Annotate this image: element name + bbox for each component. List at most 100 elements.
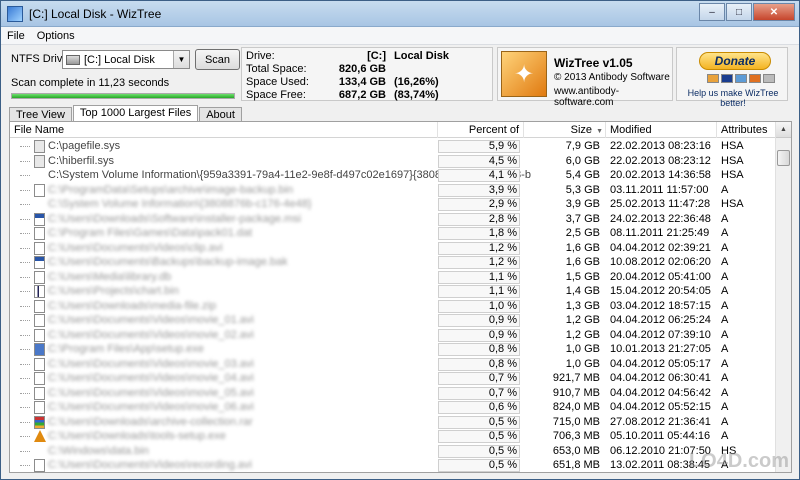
title-bar[interactable]: [C:] Local Disk - WizTree ‒ □ ✕ (1, 1, 799, 27)
stat-used: Space Used: 133,4 GB (16,26%) (246, 76, 490, 89)
table-row[interactable]: C:\pagefile.sys 5,9 % 7,9 GB 22.02.2013 08:… (10, 139, 776, 154)
table-row[interactable]: C:\Users\Documents\Videos\movie_05.avi 0,… (10, 386, 776, 401)
scan-button[interactable]: Scan (195, 49, 240, 70)
percent-of-drive: 2,9 % (438, 198, 520, 211)
bank-icon (763, 74, 775, 83)
stat-used-value: 133,4 GB (338, 76, 386, 88)
table-row[interactable]: C:\Windows\data.bin 0,5 % 653,0 MB 06.12.20… (10, 444, 776, 459)
column-header-file-name-label: File Name (14, 124, 65, 136)
file-name: C:\pagefile.sys (48, 140, 121, 152)
menu-bar: File Options (1, 27, 799, 45)
wiztree-app-icon (7, 5, 23, 22)
table-row[interactable]: C:\Program Files\App\setup.exe 0,8 % 1,0 G… (10, 342, 776, 357)
file-size: 1,0 GB (565, 357, 600, 370)
column-header-size[interactable]: Size ▼ (524, 122, 606, 138)
table-row[interactable]: C:\ProgramData\Setups\archive\image-back… (10, 183, 776, 198)
drive-stats-panel: Drive: [C:] Local Disk Total Space: 820,… (241, 47, 493, 101)
file-attributes: A (721, 415, 729, 428)
table-row[interactable]: C:\Users\Downloads\tools-setup.exe 0,5 % 7… (10, 429, 776, 444)
modified-date: 04.04.2012 07:39:10 (610, 328, 711, 341)
file-attributes: HSA (721, 169, 744, 181)
file-size: 5,4 GB (565, 169, 600, 181)
column-header-attributes[interactable]: Attributes (717, 122, 776, 138)
table-row[interactable]: C:\Users\Documents\Videos\movie_01.avi 0,… (10, 313, 776, 328)
file-size: 1,2 GB (565, 314, 600, 326)
file-attributes: A (721, 270, 729, 283)
tree-connector (20, 218, 30, 220)
file-file-icon (34, 227, 45, 240)
table-row[interactable]: C:\Users\Documents\Backups\backup-image.… (10, 255, 776, 270)
table-row[interactable]: C:\System Volume Information\{3808876b-c… (10, 197, 776, 212)
table-row[interactable]: C:\Users\Media\library.db 1,1 % 1,5 GB 20.0… (10, 270, 776, 285)
maximize-button[interactable]: □ (726, 3, 752, 21)
tab-tree-view[interactable]: Tree View (9, 107, 72, 122)
file-name: C:\Users\Documents\Videos\movie_06.avi (48, 401, 254, 413)
file-file-icon (34, 183, 45, 197)
file-attributes: A (721, 227, 729, 239)
percent-of-drive: 0,5 % (438, 430, 520, 443)
tab-bar: Tree View Top 1000 Largest Files About (9, 105, 243, 122)
tree-connector (20, 320, 30, 321)
modified-date: 04.04.2012 05:52:15 (610, 401, 711, 413)
percent-of-drive: 0,8 % (438, 343, 520, 356)
table-row[interactable]: C:\Users\Documents\Videos\movie_04.avi 0,… (10, 371, 776, 386)
scroll-up-icon[interactable]: ▲ (776, 122, 791, 138)
file-size: 1,6 GB (565, 256, 600, 268)
modified-date: 15.04.2012 20:54:05 (610, 285, 711, 297)
vertical-scrollbar[interactable]: ▲ (775, 122, 791, 472)
menu-file[interactable]: File (1, 30, 31, 42)
table-row[interactable]: C:\Users\Documents\Videos\clip.avi 1,2 % 1… (10, 241, 776, 256)
table-row[interactable]: C:\System Volume Information\{959a3391-7… (10, 168, 776, 183)
modified-date: 04.04.2012 06:25:24 (610, 314, 711, 326)
file-file-icon (34, 357, 45, 371)
tree-connector (20, 436, 30, 437)
file-size: 706,3 MB (552, 430, 600, 442)
table-row[interactable]: C:\Users\Downloads\media-file.zip 1,0 % 1,… (10, 299, 776, 314)
donate-panel: Donate Help us make WizTree better! (676, 47, 788, 108)
percent-of-drive: 1,1 % (438, 285, 520, 298)
column-header-modified[interactable]: Modified (606, 122, 717, 138)
drive-select[interactable]: [C:] Local Disk ▼ (62, 50, 190, 69)
table-row[interactable]: C:\Users\Documents\Videos\movie_03.avi 0,… (10, 357, 776, 372)
brand-url-link[interactable]: www.antibody-software.com (554, 86, 672, 108)
percent-of-drive: 0,6 % (438, 401, 520, 414)
tree-connector (20, 204, 30, 205)
table-row[interactable]: C:\Users\Documents\Videos\movie_06.avi 0,… (10, 400, 776, 415)
watermark-logo: LO4D.com (688, 450, 789, 472)
chevron-down-icon[interactable]: ▼ (173, 51, 189, 68)
table-row[interactable]: C:\Users\Downloads\archive-collection.ra… (10, 415, 776, 430)
table-row[interactable]: C:\Users\Downloads\Software\installer-pa… (10, 212, 776, 227)
table-row[interactable]: C:\Users\Documents\Videos\movie_02.avi 0,… (10, 328, 776, 343)
window-title: [C:] Local Disk - WizTree (29, 6, 162, 21)
percent-of-drive: 0,7 % (438, 386, 520, 400)
file-size: 3,9 GB (565, 198, 600, 210)
column-header-file-name[interactable]: File Name (10, 122, 438, 138)
file-size: 921,7 MB (552, 372, 600, 384)
tree-connector (20, 378, 30, 379)
table-row[interactable]: C:\Users\Documents\Videos\recording.avi 0… (10, 458, 776, 472)
table-row[interactable]: C:\Program Files\Games\Data\pack01.dat 1,… (10, 226, 776, 241)
column-header-percent[interactable]: Percent of Drive (438, 122, 524, 152)
stat-used-label: Space Used: (246, 76, 309, 88)
minimize-button[interactable]: ‒ (699, 3, 725, 21)
menu-options[interactable]: Options (31, 30, 81, 42)
tab-about[interactable]: About (199, 107, 242, 122)
percent-of-drive: 1,2 % (438, 241, 520, 255)
scroll-thumb[interactable] (777, 150, 790, 166)
donate-button[interactable]: Donate (699, 52, 771, 70)
close-button[interactable]: ✕ (753, 3, 795, 21)
percent-of-drive: 0,5 % (438, 459, 520, 472)
mastercard-icon (707, 74, 719, 83)
stat-drive-name: Local Disk (394, 50, 450, 62)
file-name: C:\Users\Documents\Videos\movie_05.avi (48, 386, 254, 399)
amex-icon (735, 74, 747, 83)
table-row[interactable]: C:\Users\Projects\chart.bin 1,1 % 1,4 GB 15… (10, 284, 776, 299)
tab-top-1000-largest-files[interactable]: Top 1000 Largest Files (72, 105, 199, 122)
file-name: C:\Users\Documents\Videos\movie_01.avi (48, 314, 254, 326)
percent-of-drive: 1,8 % (438, 227, 520, 240)
table-row[interactable]: C:\hiberfil.sys 4,5 % 6,0 GB 22.02.2013 08:… (10, 154, 776, 169)
percent-of-drive: 1,2 % (438, 256, 520, 269)
gear-file-icon (34, 154, 45, 168)
percent-of-drive: 0,5 % (438, 444, 520, 458)
file-list[interactable]: File Name Percent of Drive Size▼ Modifie… (9, 121, 792, 473)
